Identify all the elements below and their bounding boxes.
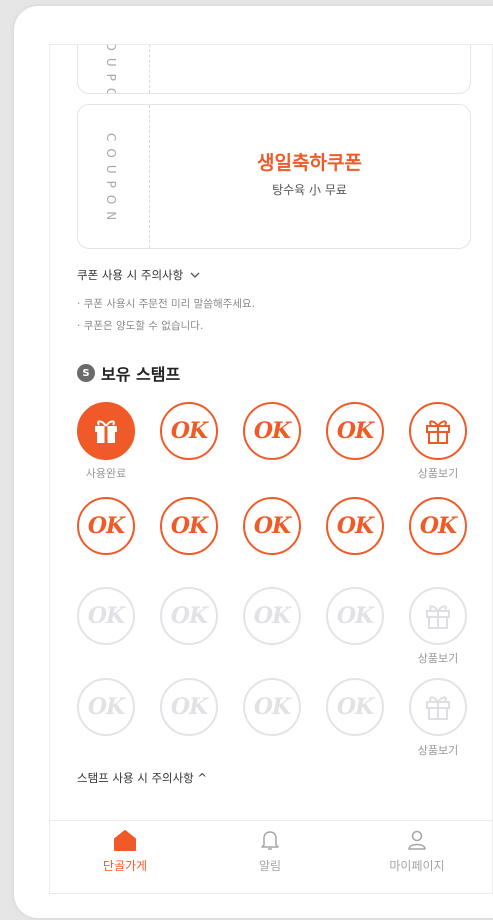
nav-alerts[interactable]: 알림 [220, 829, 320, 874]
coupon-notice-heading: 쿠폰 사용 시 주의사항 [77, 268, 184, 282]
coupon-side: COUPON [78, 105, 150, 248]
stamp-empty: OK [243, 678, 301, 736]
stamp-empty: OK [243, 587, 301, 645]
nav-mypage[interactable]: 마이페이지 [367, 829, 467, 874]
home-icon [114, 830, 136, 851]
coupon-side: COUPON [78, 44, 150, 94]
nav-home[interactable]: 단골가게 [75, 829, 175, 874]
stamp-ok-icon: OK [336, 418, 374, 444]
stamp-ok-icon: OK [253, 694, 291, 720]
user-icon [408, 830, 426, 850]
stamp-ok-icon: OK [170, 603, 208, 629]
stamp-empty: OK [326, 587, 384, 645]
stamps-title: 보유 스탬프 [101, 365, 181, 384]
coupon-card[interactable]: COUPON [77, 44, 471, 94]
bottom-nav: 단골가게 알림 마이페이지 [50, 820, 492, 893]
stamp-collected: OK [243, 402, 301, 460]
coupon-subtitle: 탕수육 小 무료 [272, 183, 347, 197]
nav-home-label: 단골가게 [102, 859, 148, 873]
app-screen: COUPON COUPON 생일축하쿠폰 탕수육 小 무료 쿠폰 사용 시 주의… [49, 44, 493, 894]
stamp-ok-icon: OK [336, 603, 374, 629]
stamp-ok-icon: OK [253, 418, 291, 444]
coupon-notice-toggle[interactable]: 쿠폰 사용 시 주의사항 [77, 267, 200, 283]
stamp-used-gift[interactable] [77, 402, 135, 460]
stamp-ok-icon: OK [253, 603, 291, 629]
stamp-collected: OK [409, 497, 467, 555]
stamp-gift-view[interactable] [409, 402, 467, 460]
coupon-notice-line: · 쿠폰은 양도할 수 없습니다. [77, 320, 204, 332]
stamp-gift-view[interactable] [409, 587, 467, 645]
stamp-notice-toggle[interactable]: 스탬프 사용 시 주의사항 ^ [77, 770, 207, 786]
stamp-ok-icon: OK [336, 694, 374, 720]
stamp-collected: OK [243, 497, 301, 555]
stamp-gift-view[interactable] [409, 678, 467, 736]
stamp-empty: OK [77, 678, 135, 736]
bell-icon [261, 831, 279, 850]
stamp-badge-icon: S [77, 364, 95, 382]
stamp-ok-icon: OK [336, 513, 374, 539]
stamp-ok-icon: OK [170, 513, 208, 539]
stamp-ok-icon: OK [253, 513, 291, 539]
gift-icon [95, 420, 117, 443]
stamp-collected: OK [160, 497, 218, 555]
phone-frame: COUPON COUPON 생일축하쿠폰 탕수육 小 무료 쿠폰 사용 시 주의… [14, 6, 493, 918]
stamp-ok-icon: OK [87, 603, 125, 629]
coupon-card-birthday[interactable]: COUPON 생일축하쿠폰 탕수육 小 무료 [77, 104, 471, 249]
stamp-collected: OK [326, 497, 384, 555]
stamp-empty: OK [160, 587, 218, 645]
gift-outline-icon [426, 605, 450, 629]
stamp-collected: OK [326, 402, 384, 460]
stamp-collected: OK [160, 402, 218, 460]
stamp-collected: OK [77, 497, 135, 555]
stamp-ok-icon: OK [87, 513, 125, 539]
stamp-ok-icon: OK [419, 513, 457, 539]
stamp-view-label[interactable]: 상품보기 [403, 742, 473, 758]
stamp-used-label: 사용완료 [85, 467, 127, 480]
stamp-ok-icon: OK [87, 694, 125, 720]
stamp-view-label[interactable]: 상품보기 [403, 465, 473, 481]
stamp-empty: OK [77, 587, 135, 645]
chevron-down-icon [190, 272, 200, 278]
stamp-view-label[interactable]: 상품보기 [403, 650, 473, 666]
gift-outline-icon [426, 420, 450, 444]
coupon-vertical-label: COUPON [104, 133, 118, 228]
stamps-section-title: S 보유 스탬프 [77, 361, 180, 385]
nav-mypage-label: 마이페이지 [389, 859, 445, 873]
stamp-ok-icon: OK [170, 694, 208, 720]
stamp-ok-icon: OK [170, 418, 208, 444]
coupon-vertical-label: COUPON [104, 44, 118, 94]
stamp-empty: OK [160, 678, 218, 736]
stamp-empty: OK [326, 678, 384, 736]
coupon-title: 생일축하쿠폰 [257, 152, 362, 174]
nav-alerts-label: 알림 [258, 859, 282, 873]
gift-outline-icon [426, 696, 450, 720]
coupon-notice-line: · 쿠폰 사용시 주문전 미리 말씀해주세요. [77, 298, 255, 310]
